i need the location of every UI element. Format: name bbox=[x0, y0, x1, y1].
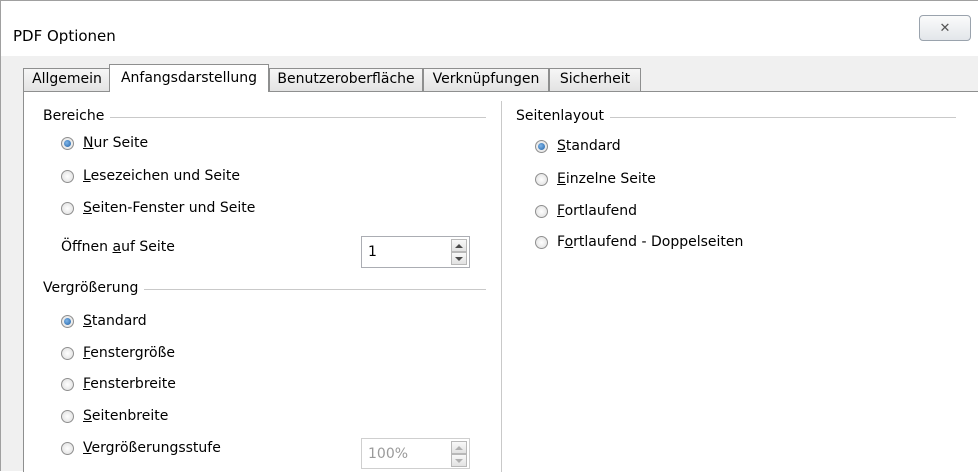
radio-indicator bbox=[535, 235, 548, 249]
spin-up-button[interactable] bbox=[451, 239, 467, 252]
radio-indicator bbox=[535, 172, 548, 186]
radio-fensterbreite[interactable]: Fensterbreite bbox=[61, 373, 176, 395]
open-page-value: 1 bbox=[368, 244, 377, 260]
open-page-label: Öffnen auf Seite bbox=[61, 239, 175, 255]
radio-indicator bbox=[61, 201, 74, 215]
radio-seiten-fenster-und-seite[interactable]: Seiten-Fenster und Seite bbox=[61, 197, 255, 219]
radio-indicator bbox=[61, 346, 74, 360]
open-page-spinbox[interactable]: 1 bbox=[361, 236, 470, 268]
tab-allgemein[interactable]: Allgemein bbox=[23, 68, 111, 91]
radio-label: Vergrößerungsstufe bbox=[83, 440, 221, 456]
radio-indicator bbox=[535, 139, 548, 153]
radio-vergroesserungsstufe[interactable]: Vergrößerungsstufe bbox=[61, 437, 221, 459]
radio-indicator bbox=[61, 169, 74, 183]
radio-label: Einzelne Seite bbox=[557, 171, 656, 187]
radio-indicator bbox=[61, 409, 74, 423]
spin-buttons bbox=[451, 441, 467, 467]
radio-label: Standard bbox=[83, 313, 147, 329]
radio-indicator bbox=[61, 136, 74, 150]
radio-label: Lesezeichen und Seite bbox=[83, 168, 241, 184]
radio-label: Standard bbox=[557, 138, 621, 154]
radio-einzelne-seite[interactable]: Einzelne Seite bbox=[535, 168, 656, 190]
title-bar: PDF Optionen ✕ bbox=[1, 1, 978, 56]
radio-indicator bbox=[61, 314, 74, 328]
radio-fenstergroesse[interactable]: Fenstergröße bbox=[61, 342, 175, 364]
close-button[interactable]: ✕ bbox=[919, 15, 971, 41]
radio-nur-seite[interactable]: Nur Seite bbox=[61, 132, 148, 154]
radio-label: Nur Seite bbox=[83, 135, 149, 151]
arrow-down-icon bbox=[455, 256, 463, 261]
radio-indicator bbox=[61, 377, 74, 391]
spin-up-button[interactable] bbox=[451, 441, 467, 454]
spin-down-button[interactable] bbox=[451, 252, 467, 265]
tab-anfangsdarstellung[interactable]: Anfangsdarstellung bbox=[109, 64, 269, 92]
column-divider bbox=[501, 101, 502, 472]
radio-label: Fortlaufend - Doppelseiten bbox=[557, 234, 744, 250]
tab-sicherheit[interactable]: Sicherheit bbox=[549, 68, 641, 91]
spin-down-button[interactable] bbox=[451, 454, 467, 467]
vergroesserung-group-title: Vergrößerung bbox=[43, 280, 145, 296]
seitenlayout-group-title: Seitenlayout bbox=[516, 108, 611, 124]
window-title: PDF Optionen bbox=[13, 27, 116, 45]
zoom-level-value: 100% bbox=[368, 446, 409, 462]
radio-zoom-standard[interactable]: Standard bbox=[61, 310, 147, 332]
radio-label: Fensterbreite bbox=[83, 376, 176, 392]
radio-fortlaufend-doppelseiten[interactable]: Fortlaufend - Doppelseiten bbox=[535, 231, 743, 253]
arrow-up-icon bbox=[455, 445, 463, 450]
radio-label: Fenstergröße bbox=[83, 345, 176, 361]
radio-lesezeichen-und-seite[interactable]: Lesezeichen und Seite bbox=[61, 165, 240, 187]
radio-indicator bbox=[61, 441, 74, 455]
radio-layout-standard[interactable]: Standard bbox=[535, 135, 621, 157]
bereiche-group-title: Bereiche bbox=[43, 108, 111, 124]
radio-seitenbreite[interactable]: Seitenbreite bbox=[61, 405, 168, 427]
radio-indicator bbox=[535, 204, 548, 218]
radio-label: Seitenbreite bbox=[83, 408, 169, 424]
close-icon: ✕ bbox=[939, 20, 951, 36]
zoom-level-spinbox[interactable]: 100% bbox=[361, 438, 470, 469]
radio-label: Seiten-Fenster und Seite bbox=[83, 200, 256, 216]
radio-label: Fortlaufend bbox=[557, 203, 638, 219]
tab-verknuepfungen[interactable]: Verknüpfungen bbox=[423, 68, 549, 91]
pdf-options-dialog: PDF Optionen ✕ Allgemein Anfangsdarstell… bbox=[0, 0, 978, 472]
radio-fortlaufend[interactable]: Fortlaufend bbox=[535, 200, 637, 222]
arrow-up-icon bbox=[455, 243, 463, 248]
arrow-down-icon bbox=[455, 458, 463, 463]
tab-benutzeroberflaeche[interactable]: Benutzeroberfläche bbox=[269, 68, 423, 91]
spin-buttons bbox=[451, 239, 467, 265]
